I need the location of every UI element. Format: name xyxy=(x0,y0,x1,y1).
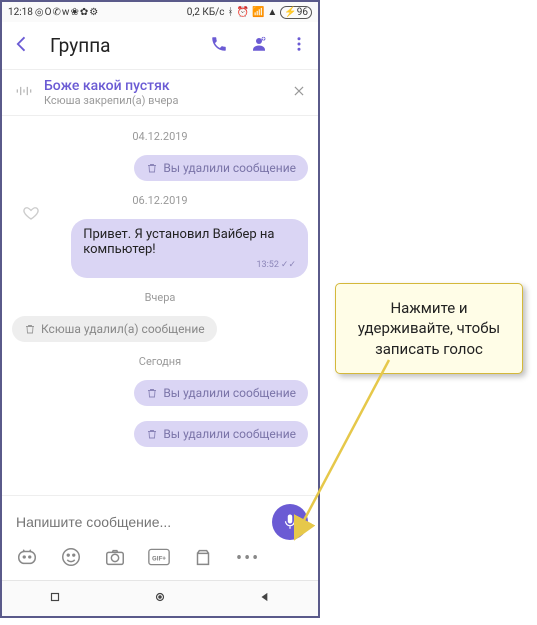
deleted-message-bubble[interactable]: Вы удалили сообщение xyxy=(134,421,308,447)
date-separator: Вчера xyxy=(12,291,308,304)
bluetooth-icon: ᚼ xyxy=(227,7,233,18)
date-separator: Сегодня xyxy=(12,355,308,368)
phone-frame: 12:18 ◎O✆w❀✿⚙ 0,2 КБ/с ᚼ ⏰ 📶 ▲ ⚡96 Групп… xyxy=(0,0,320,618)
deleted-message-bubble[interactable]: Ксюша удалил(а) сообщение xyxy=(12,316,217,342)
signal-icon: 📶 xyxy=(252,7,264,18)
mic-button[interactable] xyxy=(272,504,308,540)
nav-back-icon[interactable] xyxy=(258,589,272,608)
status-right: 0,2 КБ/с ᚼ ⏰ 📶 ▲ ⚡96 xyxy=(187,6,312,19)
pinned-text: Боже какой пустяк Ксюша закрепил(а) вчер… xyxy=(44,78,282,107)
sticker-icon[interactable] xyxy=(16,546,38,572)
menu-dots-icon[interactable] xyxy=(290,35,308,57)
deleted-text: Вы удалили сообщение xyxy=(163,386,296,400)
composer-toolbar: GIF+ ••• xyxy=(12,540,308,572)
wifi-icon: ▲ xyxy=(267,7,277,18)
android-nav-bar xyxy=(2,580,318,616)
callout-text: Нажмите и удерживайте, чтобы записать го… xyxy=(358,299,500,358)
message-text: Привет. Я установил Вайбер на компьютер! xyxy=(83,227,274,257)
read-checks-icon: ✓✓ xyxy=(281,260,296,270)
chat-title[interactable]: Группа xyxy=(50,34,192,57)
date-separator: 04.12.2019 xyxy=(12,130,308,143)
pinned-subtitle: Ксюша закрепил(а) вчера xyxy=(44,94,282,107)
camera-icon[interactable] xyxy=(104,546,126,572)
battery-indicator: ⚡96 xyxy=(280,6,312,19)
status-bar: 12:18 ◎O✆w❀✿⚙ 0,2 КБ/с ᚼ ⏰ 📶 ▲ ⚡96 xyxy=(2,2,318,22)
add-user-icon[interactable] xyxy=(250,35,268,57)
deleted-text: Вы удалили сообщение xyxy=(163,427,296,441)
app-header: Группа xyxy=(2,22,318,70)
deleted-text: Ксюша удалил(а) сообщение xyxy=(41,322,205,336)
status-speed: 0,2 КБ/с xyxy=(187,7,225,18)
call-icon[interactable] xyxy=(210,35,228,57)
outgoing-message-bubble[interactable]: Привет. Я установил Вайбер на компьютер!… xyxy=(71,219,308,278)
message-composer: GIF+ ••• xyxy=(2,495,318,580)
close-pin-icon[interactable] xyxy=(292,83,306,102)
deleted-text: Вы удалили сообщение xyxy=(163,161,296,175)
pinned-title: Боже какой пустяк xyxy=(44,78,282,94)
more-icon[interactable]: ••• xyxy=(236,554,260,564)
date-separator: 06.12.2019 xyxy=(12,194,308,207)
message-time: 13:52 ✓✓ xyxy=(83,260,296,270)
tooltip-callout: Нажмите и удерживайте, чтобы записать го… xyxy=(335,283,523,374)
alarm-icon: ⏰ xyxy=(236,7,248,18)
header-actions xyxy=(210,35,308,57)
svg-text:GIF+: GIF+ xyxy=(152,554,166,562)
back-button[interactable] xyxy=(12,34,32,58)
message-input[interactable] xyxy=(12,508,266,536)
like-heart-icon[interactable] xyxy=(22,204,40,226)
deleted-message-bubble[interactable]: Вы удалили сообщение xyxy=(134,380,308,406)
gif-icon[interactable]: GIF+ xyxy=(148,546,170,572)
status-time: 12:18 xyxy=(8,7,33,18)
nav-recent-icon[interactable] xyxy=(48,589,62,608)
nav-home-icon[interactable] xyxy=(153,589,167,608)
equalizer-icon xyxy=(14,81,34,105)
deleted-message-bubble[interactable]: Вы удалили сообщение xyxy=(134,155,308,181)
message-list[interactable]: 04.12.2019 Вы удалили сообщение 06.12.20… xyxy=(2,116,318,495)
status-app-icons: ◎O✆w❀✿⚙ xyxy=(35,7,98,18)
status-left: 12:18 ◎O✆w❀✿⚙ xyxy=(8,7,98,18)
pinned-message[interactable]: Боже какой пустяк Ксюша закрепил(а) вчер… xyxy=(2,70,318,116)
gallery-icon[interactable] xyxy=(192,546,214,572)
emoji-icon[interactable] xyxy=(60,546,82,572)
